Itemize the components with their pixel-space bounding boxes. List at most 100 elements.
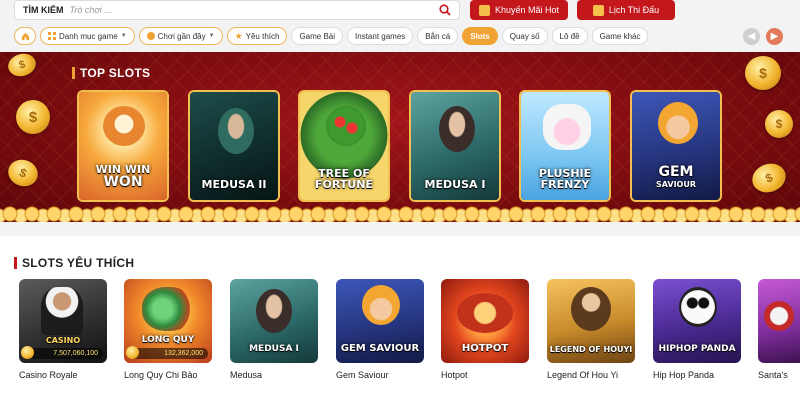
game-card-win-win-won[interactable]: WIN WIN WON [77, 90, 169, 202]
search-bar[interactable]: TÌM KIẾM Trò chơi ... [14, 0, 460, 20]
game-title: MEDUSA I [424, 178, 486, 191]
category-dropdown[interactable]: Danh mục game ▼ [40, 27, 135, 45]
fav-name[interactable]: Hotpot [441, 370, 468, 380]
coin-pile [0, 200, 800, 222]
promo-button-label: Khuyến Mãi Hot [494, 5, 560, 15]
game-card-medusa-ii[interactable]: MEDUSA II [188, 90, 280, 202]
tab-ban-ca[interactable]: Bắn cá [417, 27, 459, 45]
filter-bar: Danh mục game ▼ Chơi gần đây ▼ ★ Yêu thí… [14, 27, 649, 45]
plush-image [543, 104, 591, 150]
tab-slots[interactable]: Slots [462, 27, 498, 45]
tab-game-khac[interactable]: Game khác [591, 27, 649, 45]
fav-card-gem-saviour[interactable]: GEM SAVIOUR [336, 279, 424, 363]
tab-quay-so[interactable]: Quay số [501, 27, 548, 45]
jackpot-counter: 132,362,000 [126, 346, 208, 359]
fav-art-title: GEM SAVIOUR [340, 343, 420, 354]
search-icon[interactable] [439, 4, 451, 16]
fav-card-long-quy[interactable]: LONG QUY 132,362,000 [124, 279, 212, 363]
arrow-right-icon[interactable]: ▶ [766, 28, 783, 45]
fav-name[interactable]: Gem Saviour [336, 370, 389, 380]
medusa-image [439, 106, 475, 152]
home-button[interactable] [14, 27, 36, 45]
hero-image [362, 285, 400, 325]
archer-image [571, 287, 611, 331]
search-label: TÌM KIẾM [23, 5, 64, 15]
clock-icon [146, 32, 155, 40]
top-slots-title-text: TOP SLOTS [80, 66, 151, 80]
fav-card-casino-royale[interactable]: CASINO 7,507,060,100 [19, 279, 107, 363]
game-title: TREE OF FORTUNE [315, 167, 373, 191]
coin-icon: $ [4, 155, 42, 191]
game-title: PLUSHIE FRENZY [538, 167, 592, 191]
fav-name[interactable]: Long Quy Chi Bảo [124, 370, 198, 380]
dealer-image [41, 287, 83, 335]
coin-icon [21, 346, 34, 359]
favorite-chip[interactable]: ★ Yêu thích [226, 27, 288, 45]
medusa-image [218, 108, 254, 154]
jackpot-counter: 7,507,060,100 [21, 346, 103, 359]
coin-icon: $ [16, 100, 50, 134]
chevron-down-icon: ▼ [120, 33, 127, 39]
shiba-dog-image [103, 106, 145, 146]
recent-label: Chơi gần đây [157, 31, 206, 41]
favorite-slots-section: SLOTS YÊU THÍCH CASINO 7,507,060,100 LON… [0, 236, 800, 400]
tab-instant-games[interactable]: Instant games [347, 27, 414, 45]
coin-icon: $ [745, 56, 781, 90]
coin-icon: $ [5, 52, 39, 80]
tab-lo-de[interactable]: Lô đề [551, 27, 588, 45]
favorite-label: Yêu thích [245, 31, 280, 41]
arrow-left-icon[interactable]: ◀ [743, 28, 760, 45]
fav-art-title: CASINO [45, 336, 81, 345]
fav-name[interactable]: Hip Hop Panda [653, 370, 714, 380]
santa-image [764, 301, 794, 331]
favorite-slots-title-text: SLOTS YÊU THÍCH [22, 256, 135, 270]
fav-art-title: HOTPOT [461, 343, 509, 354]
fav-card-medusa[interactable]: MEDUSA I [230, 279, 318, 363]
star-icon: ★ [234, 30, 243, 41]
tab-game-bai[interactable]: Game Bài [291, 27, 344, 45]
fav-name[interactable]: Casino Royale [19, 370, 78, 380]
fav-card-legend-of-hou-yi[interactable]: LEGEND OF HOUYI [547, 279, 635, 363]
gift-icon [478, 4, 490, 16]
game-title: MEDUSA II [201, 178, 267, 191]
coin-icon: $ [765, 110, 793, 138]
fav-art-title: LEGEND OF HOUYI [549, 345, 633, 354]
fav-card-santas[interactable] [758, 279, 800, 363]
hotpot-image [457, 293, 513, 333]
fav-name[interactable]: Santa's [758, 370, 788, 380]
dragon-turtle-image [142, 287, 194, 331]
top-bar: TÌM KIẾM Trò chơi ... Khuyến Mãi Hot Lịc… [0, 0, 800, 22]
coin-icon: $ [748, 159, 790, 197]
game-title: WIN WIN WON [95, 163, 151, 190]
home-icon [21, 32, 29, 40]
game-card-plushie-frenzy[interactable]: PLUSHIE FRENZY [519, 90, 611, 202]
hero-image [658, 102, 698, 144]
fav-card-hotpot[interactable]: HOTPOT [441, 279, 529, 363]
top-slots-title: TOP SLOTS [72, 66, 150, 80]
game-card-gem-saviour[interactable]: GEM SAVIOUR [630, 90, 722, 202]
fav-art-title: LONG QUY [141, 335, 195, 345]
recent-dropdown[interactable]: Chơi gần đây ▼ [138, 27, 223, 45]
fav-art-title: HIPHOP PANDA [658, 344, 736, 354]
game-title: GEM SAVIOUR [655, 164, 697, 189]
search-input[interactable]: Trò chơi ... [70, 5, 440, 15]
calendar-icon [592, 4, 604, 16]
tree-image [326, 106, 366, 146]
coin-icon [126, 346, 139, 359]
favorite-slots-title: SLOTS YÊU THÍCH [14, 256, 134, 270]
category-label: Danh mục game [59, 31, 118, 41]
grid-icon [48, 32, 56, 40]
medusa-image [256, 289, 292, 333]
chevron-down-icon: ▼ [208, 33, 215, 39]
game-card-tree-of-fortune[interactable]: TREE OF FORTUNE [298, 90, 390, 202]
fav-card-hip-hop-panda[interactable]: HIPHOP PANDA [653, 279, 741, 363]
schedule-button-label: Lịch Thi Đấu [608, 5, 660, 15]
game-card-medusa-i[interactable]: MEDUSA I [409, 90, 501, 202]
fav-name[interactable]: Medusa [230, 370, 262, 380]
promo-button[interactable]: Khuyến Mãi Hot [470, 0, 568, 20]
schedule-button[interactable]: Lịch Thi Đấu [577, 0, 675, 20]
panda-image [679, 287, 717, 327]
fav-art-title: MEDUSA I [249, 344, 299, 354]
top-slots-banner: $ $ $ $ $ $ TOP SLOTS WIN WIN WON MEDUSA … [0, 52, 800, 222]
fav-name[interactable]: Legend Of Hou Yi [547, 370, 618, 380]
